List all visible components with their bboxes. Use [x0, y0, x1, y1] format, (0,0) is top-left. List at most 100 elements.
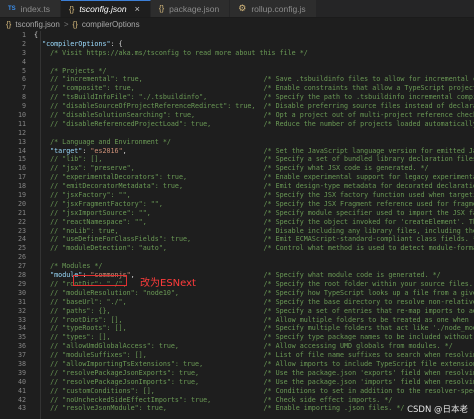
code-line[interactable]: 13 /* Language and Environment */ — [0, 138, 474, 147]
tab-label: rollup.config.js — [251, 3, 306, 14]
code-line[interactable]: 33 // "rootDirs": [], /* Allow multiple … — [0, 316, 474, 325]
tab-3[interactable]: ⚙ rollup.config.js — [230, 0, 317, 17]
code-line[interactable]: 30 // "moduleResolution": "node10", /* S… — [0, 289, 474, 298]
code-line[interactable]: 7 // "composite": true, /* Enable constr… — [0, 84, 474, 93]
code-token: // "resolvePackageJsonExports": true, /*… — [50, 368, 474, 377]
code-token: // "moduleDetection": "auto", /* Control… — [50, 244, 474, 253]
code-text: /* Modules */ — [34, 262, 102, 271]
line-number: 9 — [21, 102, 26, 111]
code-line[interactable]: 22 // "reactNamespace": "", /* Specify t… — [0, 218, 474, 227]
editor-tab-bar: TS index.ts {} tsconfig.json × {} package.json… — [0, 0, 474, 18]
code-line[interactable]: 40 // "resolvePackageJsonImports": true,… — [0, 378, 474, 387]
tab-2[interactable]: {} package.json — [150, 0, 231, 17]
code-token: /* Specify what module code is generated… — [263, 271, 441, 280]
code-token: /* Projects */ — [34, 66, 107, 75]
code-text: // "baseUrl": "./", /* Specify the base … — [34, 298, 474, 307]
tab-1[interactable]: {} tsconfig.json × — [60, 0, 151, 17]
code-line[interactable]: 21 // "jsxImportSource": "", /* Specify … — [0, 209, 474, 218]
code-token: "target" — [50, 146, 83, 155]
line-number: 35 — [17, 333, 26, 342]
code-token: // "jsxFragmentFactory": "", /* Specify … — [50, 199, 474, 208]
code-text: // "jsx": "preserve", /* Specify what JS… — [34, 164, 428, 173]
code-line[interactable]: 26 — [0, 253, 474, 262]
code-line[interactable]: 14 "target": "es2016", /* Set the JavaSc… — [0, 147, 474, 156]
line-number: 6 — [21, 75, 26, 84]
code-text: // "moduleSuffixes": [], /* List of file… — [34, 351, 474, 360]
code-token: // "allowImportingTsExtensions": true, /… — [50, 359, 474, 368]
code-text: // "jsxFragmentFactory": "", /* Specify … — [34, 200, 474, 209]
code-token: // "noLib": true, /* Disable including a… — [50, 226, 474, 235]
code-line[interactable]: 4 — [0, 58, 474, 67]
code-line[interactable]: 42 // "noUncheckedSideEffectImports": tr… — [0, 396, 474, 405]
ts-file-icon: TS — [8, 5, 16, 12]
line-number: 11 — [17, 119, 26, 128]
line-number: 34 — [17, 324, 26, 333]
code-line[interactable]: 17 // "experimentalDecorators": true, /*… — [0, 173, 474, 182]
annotation-text: 改为ESNext — [140, 278, 196, 289]
code-line[interactable]: 12 — [0, 129, 474, 138]
code-line[interactable]: 15 // "lib": [], /* Specify a set of bun… — [0, 155, 474, 164]
code-text: // "allowUmdGlobalAccess": true, /* Allo… — [34, 342, 453, 351]
code-line[interactable]: 35 // "types": [], /* Specify type packa… — [0, 333, 474, 342]
code-line[interactable]: 24 // "useDefineForClassFields": true, /… — [0, 235, 474, 244]
code-line[interactable]: 27 /* Modules */ — [0, 262, 474, 271]
code-line[interactable]: 3 /* Visit https://aka.ms/tsconfig to re… — [0, 49, 474, 58]
code-line[interactable]: 6 // "incremental": true, /* Save .tsbui… — [0, 75, 474, 84]
code-line[interactable]: 39 // "resolvePackageJsonExports": true,… — [0, 369, 474, 378]
code-line[interactable]: 18 // "emitDecoratorMetadata": true, /* … — [0, 182, 474, 191]
code-line[interactable]: 19 // "jsxFactory": "", /* Specify the J… — [0, 191, 474, 200]
code-line[interactable]: 25 // "moduleDetection": "auto", /* Cont… — [0, 244, 474, 253]
line-number: 33 — [17, 315, 26, 324]
code-line[interactable]: 2 "compilerOptions": { — [0, 40, 474, 49]
code-text: // "resolvePackageJsonImports": true, /*… — [34, 378, 474, 387]
code-line[interactable]: 41 // "customConditions": [], /* Conditi… — [0, 387, 474, 396]
code-line[interactable]: 32 // "paths": {}, /* Specify a set of e… — [0, 307, 474, 316]
code-token: // "reactNamespace": "", /* Specify the … — [50, 217, 474, 226]
line-number: 21 — [17, 208, 26, 217]
code-line[interactable]: 28 "module": "commonjs", /* Specify what… — [0, 271, 474, 280]
line-number: 29 — [17, 279, 26, 288]
code-text: // "resolvePackageJsonExports": true, /*… — [34, 369, 474, 378]
line-number: 31 — [17, 297, 26, 306]
code-line[interactable]: 36 // "allowUmdGlobalAccess": true, /* A… — [0, 342, 474, 351]
code-text: // "types": [], /* Specify type package … — [34, 333, 474, 342]
indent-guide — [40, 31, 41, 419]
code-line[interactable]: 43 // "resolveJsonModule": true, /* Enab… — [0, 404, 474, 413]
line-number: 17 — [17, 173, 26, 182]
code-line[interactable]: 37 // "moduleSuffixes": [], /* List of f… — [0, 351, 474, 360]
code-token: , — [122, 146, 264, 155]
line-number: 22 — [17, 217, 26, 226]
code-line[interactable]: 38 // "allowImportingTsExtensions": true… — [0, 360, 474, 369]
code-line[interactable]: 10 // "disableSolutionSearching": true, … — [0, 111, 474, 120]
code-line[interactable]: 16 // "jsx": "preserve", /* Specify what… — [0, 164, 474, 173]
code-text: // "lib": [], /* Specify a set of bundle… — [34, 155, 474, 164]
line-number: 43 — [17, 404, 26, 413]
code-line[interactable]: 20 // "jsxFragmentFactory": "", /* Speci… — [0, 200, 474, 209]
tab-0[interactable]: TS index.ts — [0, 0, 61, 17]
code-token: "compilerOptions" — [42, 39, 111, 48]
line-number: 8 — [21, 93, 26, 102]
code-line[interactable]: 11 // "disableReferencedProjectLoad": tr… — [0, 120, 474, 129]
close-tab-icon[interactable]: × — [135, 4, 140, 14]
code-text: { — [34, 31, 38, 40]
code-line[interactable]: 5 /* Projects */ — [0, 67, 474, 76]
code-token: // "moduleResolution": "node10", /* Spec… — [50, 288, 474, 297]
code-line[interactable]: 1{ — [0, 31, 474, 40]
code-line[interactable]: 34 // "typeRoots": [], /* Specify multip… — [0, 324, 474, 333]
code-line[interactable]: 8 // "tsBuildInfoFile": "./.tsbuildinfo"… — [0, 93, 474, 102]
object-icon: {} — [72, 20, 78, 29]
tab-label: tsconfig.json — [79, 4, 127, 14]
code-line[interactable]: 29 // "rootDir": "./", /* Specify the ro… — [0, 280, 474, 289]
code-text: // "disableReferencedProjectLoad": true,… — [34, 120, 474, 129]
code-line[interactable]: 9 // "disableSourceOfProjectReferenceRed… — [0, 102, 474, 111]
line-number: 2 — [21, 39, 26, 48]
code-line[interactable]: 23 // "noLib": true, /* Disable includin… — [0, 227, 474, 236]
breadcrumb-file[interactable]: tsconfig.json — [15, 20, 59, 29]
code-text: // "paths": {}, /* Specify a set of entr… — [34, 307, 474, 316]
breadcrumb-section[interactable]: compilerOptions — [82, 20, 140, 29]
code-token: // "typeRoots": [], /* Specify multiple … — [50, 324, 474, 333]
code-editor[interactable]: 1{2 "compilerOptions": {3 /* Visit https… — [0, 31, 474, 419]
code-line[interactable]: 31 // "baseUrl": "./", /* Specify the ba… — [0, 298, 474, 307]
code-token: // "paths": {}, /* Specify a set of entr… — [50, 306, 474, 315]
code-token: // "moduleSuffixes": [], /* List of file… — [50, 351, 474, 360]
